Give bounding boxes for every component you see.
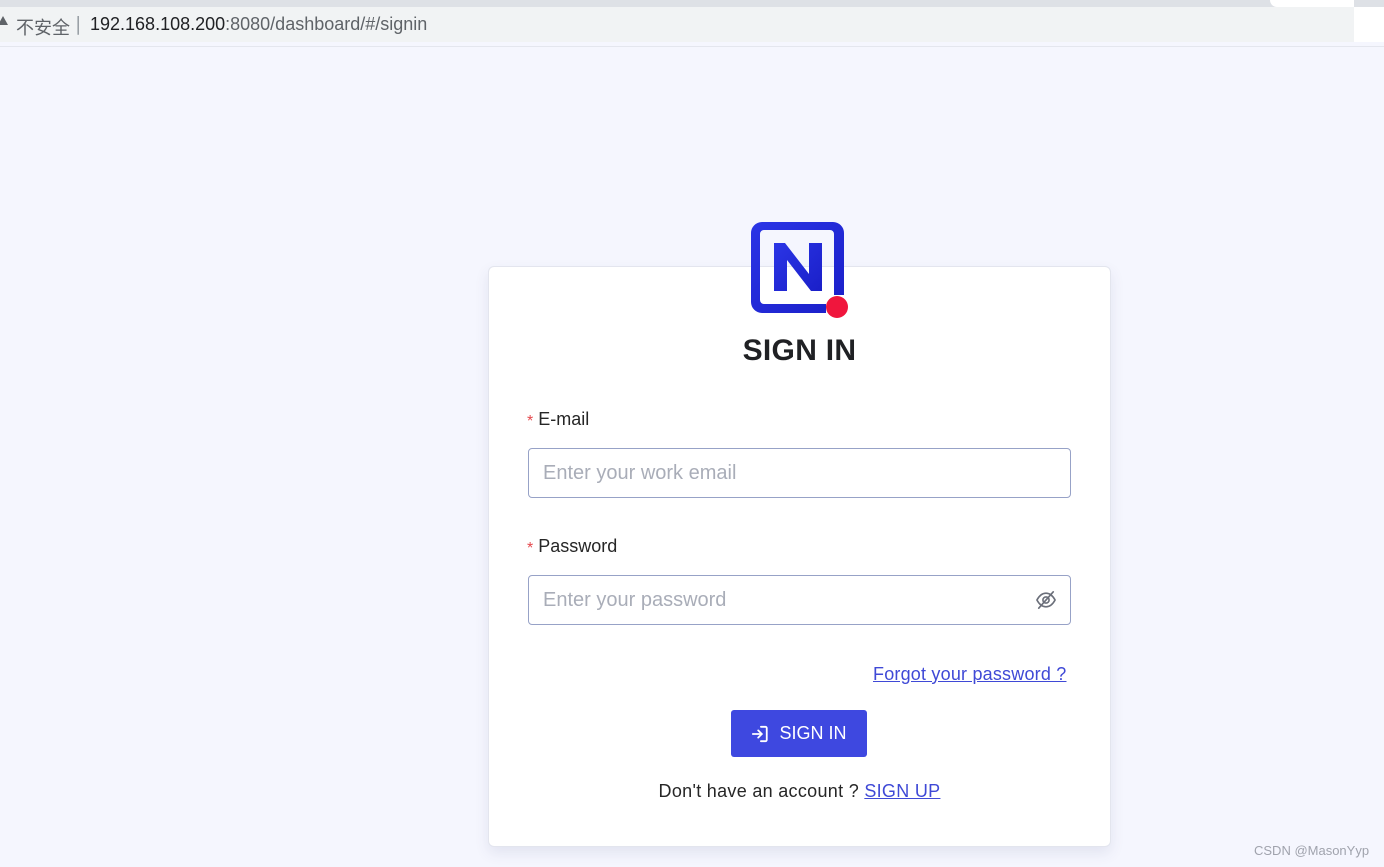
- password-input[interactable]: [528, 575, 1071, 625]
- signup-link[interactable]: SIGN UP: [864, 781, 940, 801]
- no-account-text: Don't have an account ?: [658, 781, 860, 801]
- browser-divider: [0, 46, 1384, 47]
- url-text[interactable]: 192.168.108.200:8080/dashboard/#/signin: [90, 14, 427, 35]
- signin-button[interactable]: SIGN IN: [731, 710, 867, 757]
- nocodb-logo-icon: [751, 222, 848, 318]
- signup-prompt: Don't have an account ? SIGN UP: [488, 781, 1111, 802]
- password-label-text: Password: [538, 536, 618, 556]
- url-path: :8080/dashboard/#/signin: [225, 14, 428, 34]
- warning-triangle-icon[interactable]: [0, 16, 8, 25]
- eye-off-icon[interactable]: [1035, 590, 1057, 610]
- browser-tab-edge: [1270, 0, 1354, 7]
- email-label: * E-mail: [527, 409, 589, 430]
- address-bar-edge: [1354, 7, 1384, 42]
- email-input[interactable]: [528, 448, 1071, 498]
- password-label: * Password: [527, 536, 617, 557]
- page-title: SIGN IN: [742, 334, 857, 367]
- email-label-text: E-mail: [538, 409, 590, 429]
- security-status-label[interactable]: 不安全: [16, 14, 70, 40]
- url-separator: |: [75, 13, 82, 35]
- watermark: CSDN @MasonYyp: [1254, 843, 1370, 858]
- signin-button-label: SIGN IN: [779, 723, 847, 743]
- forgot-password-link[interactable]: Forgot your password ?: [873, 664, 1067, 685]
- browser-tab-strip: [0, 0, 1384, 7]
- required-mark: *: [527, 413, 534, 430]
- sign-in-icon: [752, 725, 769, 742]
- url-host: 192.168.108.200: [90, 14, 226, 34]
- required-mark: *: [527, 540, 534, 557]
